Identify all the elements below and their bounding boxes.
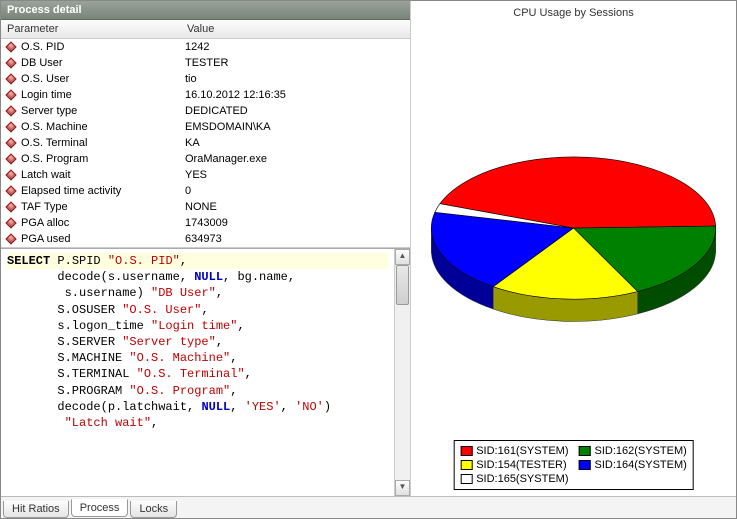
scroll-down-icon[interactable]: ▼	[395, 480, 410, 496]
param-cell: Login time	[1, 87, 181, 103]
table-row[interactable]: TAF Type NONE	[1, 199, 410, 215]
panel-title: Process detail	[1, 1, 410, 20]
left-pane: Process detail Parameter Value O.S. PID 1…	[1, 1, 411, 496]
bullet-icon	[5, 89, 16, 100]
param-cell: Elapsed time activity	[1, 183, 181, 199]
bullet-icon	[5, 185, 16, 196]
table-row[interactable]: O.S. Terminal KA	[1, 135, 410, 151]
swatch-white	[460, 474, 472, 484]
param-label: PGA used	[21, 233, 71, 245]
bullet-icon	[5, 105, 16, 116]
tab-process[interactable]: Process	[71, 499, 129, 517]
param-label: Server type	[21, 105, 77, 117]
param-label: Elapsed time activity	[21, 185, 121, 197]
value-cell: EMSDOMAIN\KA	[181, 119, 410, 135]
table-row[interactable]: Elapsed time activity 0	[1, 183, 410, 199]
bullet-icon	[5, 153, 16, 164]
param-label: O.S. PID	[21, 41, 64, 53]
swatch-green	[579, 446, 591, 456]
value-cell: 1743009	[181, 215, 410, 231]
param-cell: O.S. PID	[1, 39, 181, 55]
value-cell: 16.10.2012 12:16:35	[181, 87, 410, 103]
table-row[interactable]: O.S. Program OraManager.exe	[1, 151, 410, 167]
value-cell: tio	[181, 71, 410, 87]
table-row[interactable]: Server type DEDICATED	[1, 103, 410, 119]
param-cell: O.S. Machine	[1, 119, 181, 135]
param-label: O.S. User	[21, 73, 69, 85]
bullet-icon	[5, 41, 16, 52]
value-cell: DEDICATED	[181, 103, 410, 119]
param-label: DB User	[21, 57, 63, 69]
param-cell: O.S. Program	[1, 151, 181, 167]
legend-item-164: SID:164(SYSTEM)	[579, 459, 687, 471]
pie-chart	[411, 21, 736, 496]
param-label: O.S. Program	[21, 153, 88, 165]
chart-pane: CPU Usage by Sessions SID:161(SYSTEM) SI…	[411, 1, 736, 496]
table-row[interactable]: O.S. Machine EMSDOMAIN\KA	[1, 119, 410, 135]
table-row[interactable]: Login time 16.10.2012 12:16:35	[1, 87, 410, 103]
value-cell: 634973	[181, 231, 410, 247]
legend-item-154: SID:154(TESTER)	[460, 459, 568, 471]
bullet-icon	[5, 121, 16, 132]
tab-locks[interactable]: Locks	[130, 501, 177, 518]
bullet-icon	[5, 169, 16, 180]
tab-hit-ratios[interactable]: Hit Ratios	[3, 501, 69, 518]
table-row[interactable]: PGA alloc 1743009	[1, 215, 410, 231]
swatch-yellow	[460, 460, 472, 470]
detail-table-wrap: Parameter Value O.S. PID 1242 DB User TESTE…	[1, 20, 410, 248]
swatch-blue	[579, 460, 591, 470]
sql-scrollbar[interactable]: ▲ ▼	[394, 249, 410, 496]
sql-panel: SELECT P.SPID "O.S. PID", decode(s.usern…	[1, 248, 410, 496]
app-window: Process detail Parameter Value O.S. PID 1…	[0, 0, 737, 519]
bottom-tabs: Hit Ratios Process Locks	[1, 496, 736, 518]
bullet-icon	[5, 73, 16, 84]
value-cell: TESTER	[181, 55, 410, 71]
value-cell: NONE	[181, 199, 410, 215]
chart-legend: SID:161(SYSTEM) SID:162(SYSTEM) SID:154(…	[453, 440, 694, 490]
bullet-icon	[5, 201, 16, 212]
value-cell: 0	[181, 183, 410, 199]
chart-body: SID:161(SYSTEM) SID:162(SYSTEM) SID:154(…	[411, 21, 736, 496]
param-cell: PGA alloc	[1, 215, 181, 231]
param-cell: Latch wait	[1, 167, 181, 183]
table-row[interactable]: O.S. PID 1242	[1, 39, 410, 56]
legend-item-162: SID:162(SYSTEM)	[579, 445, 687, 457]
param-label: Login time	[21, 89, 72, 101]
table-row[interactable]: PGA used 634973	[1, 231, 410, 247]
detail-table: Parameter Value O.S. PID 1242 DB User TESTE…	[1, 20, 410, 247]
table-row[interactable]: DB User TESTER	[1, 55, 410, 71]
main-area: Process detail Parameter Value O.S. PID 1…	[1, 1, 736, 496]
chart-title: CPU Usage by Sessions	[411, 1, 736, 21]
param-cell: TAF Type	[1, 199, 181, 215]
param-cell: Server type	[1, 103, 181, 119]
scroll-thumb[interactable]	[396, 265, 409, 305]
col-value[interactable]: Value	[181, 20, 410, 39]
sql-select-kw: SELECT	[7, 254, 57, 268]
col-parameter[interactable]: Parameter	[1, 20, 181, 39]
sql-text[interactable]: SELECT P.SPID "O.S. PID", decode(s.usern…	[1, 249, 394, 496]
table-row[interactable]: O.S. User tio	[1, 71, 410, 87]
param-cell: O.S. Terminal	[1, 135, 181, 151]
bullet-icon	[5, 233, 16, 244]
value-cell: KA	[181, 135, 410, 151]
param-cell: PGA used	[1, 231, 181, 247]
bullet-icon	[5, 57, 16, 68]
param-cell: O.S. User	[1, 71, 181, 87]
scroll-up-icon[interactable]: ▲	[395, 249, 410, 265]
bullet-icon	[5, 137, 16, 148]
table-row[interactable]: Latch wait YES	[1, 167, 410, 183]
param-label: TAF Type	[21, 201, 68, 213]
value-cell: OraManager.exe	[181, 151, 410, 167]
legend-item-165: SID:165(SYSTEM)	[460, 473, 568, 485]
param-label: O.S. Machine	[21, 121, 88, 133]
param-label: Latch wait	[21, 169, 71, 181]
param-cell: DB User	[1, 55, 181, 71]
swatch-red	[460, 446, 472, 456]
value-cell: YES	[181, 167, 410, 183]
param-label: O.S. Terminal	[21, 137, 87, 149]
param-label: PGA alloc	[21, 217, 69, 229]
legend-item-161: SID:161(SYSTEM)	[460, 445, 568, 457]
value-cell: 1242	[181, 39, 410, 56]
bullet-icon	[5, 217, 16, 228]
